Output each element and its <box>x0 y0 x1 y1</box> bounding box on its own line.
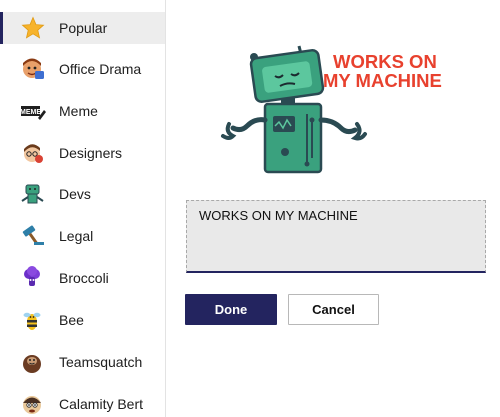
sidebar-item-label: Legal <box>59 228 94 244</box>
sidebar-item-label: Designers <box>59 145 123 161</box>
sticker-editor: Popular Office Drama MEME Meme Designers <box>0 0 500 417</box>
sidebar-item-label: Popular <box>59 20 108 36</box>
sidebar-item-bee[interactable]: Bee <box>0 304 165 336</box>
sidebar-item-teamsquatch[interactable]: Teamsquatch <box>0 346 165 378</box>
meme-icon: MEME <box>20 99 46 123</box>
sidebar-item-label: Teamsquatch <box>59 354 143 370</box>
category-sidebar: Popular Office Drama MEME Meme Designers <box>0 0 166 417</box>
svg-text:MEME: MEME <box>20 109 41 116</box>
office-drama-icon <box>20 57 46 81</box>
sidebar-item-label: Meme <box>59 103 98 119</box>
sidebar-item-label: Office Drama <box>59 61 142 77</box>
sticker-caption-line2: MY MACHINE <box>323 70 442 91</box>
sidebar-item-popular[interactable]: Popular <box>0 12 165 44</box>
robot-sticker-preview: WORKS ON MY MACHINE <box>221 45 442 174</box>
done-button[interactable]: Done <box>185 294 277 325</box>
calamity-bert-icon <box>20 392 46 416</box>
sidebar-item-broccoli[interactable]: Broccoli <box>0 262 165 294</box>
star-icon <box>20 16 46 40</box>
sidebar-item-label: Broccoli <box>59 270 109 286</box>
designers-icon <box>20 141 46 165</box>
sidebar-item-devs[interactable]: Devs <box>0 178 165 210</box>
broccoli-icon <box>20 266 46 290</box>
teamsquatch-icon <box>20 350 46 374</box>
sidebar-item-designers[interactable]: Designers <box>0 137 165 169</box>
devs-icon <box>20 182 46 206</box>
sidebar-item-label: Calamity Bert <box>59 396 144 412</box>
cancel-button[interactable]: Cancel <box>288 294 379 325</box>
legal-icon <box>20 224 46 248</box>
sidebar-item-label: Bee <box>59 312 84 328</box>
sidebar-item-meme[interactable]: MEME Meme <box>0 95 165 127</box>
sidebar-item-office-drama[interactable]: Office Drama <box>0 53 165 85</box>
bee-icon <box>20 308 46 332</box>
sidebar-item-label: Devs <box>59 186 91 202</box>
sticker-caption-line1: WORKS ON <box>333 51 437 72</box>
sticker-text-input[interactable]: WORKS ON MY MACHINE <box>186 200 486 273</box>
sidebar-item-calamity-bert[interactable]: Calamity Bert <box>0 388 165 417</box>
sidebar-item-legal[interactable]: Legal <box>0 220 165 252</box>
